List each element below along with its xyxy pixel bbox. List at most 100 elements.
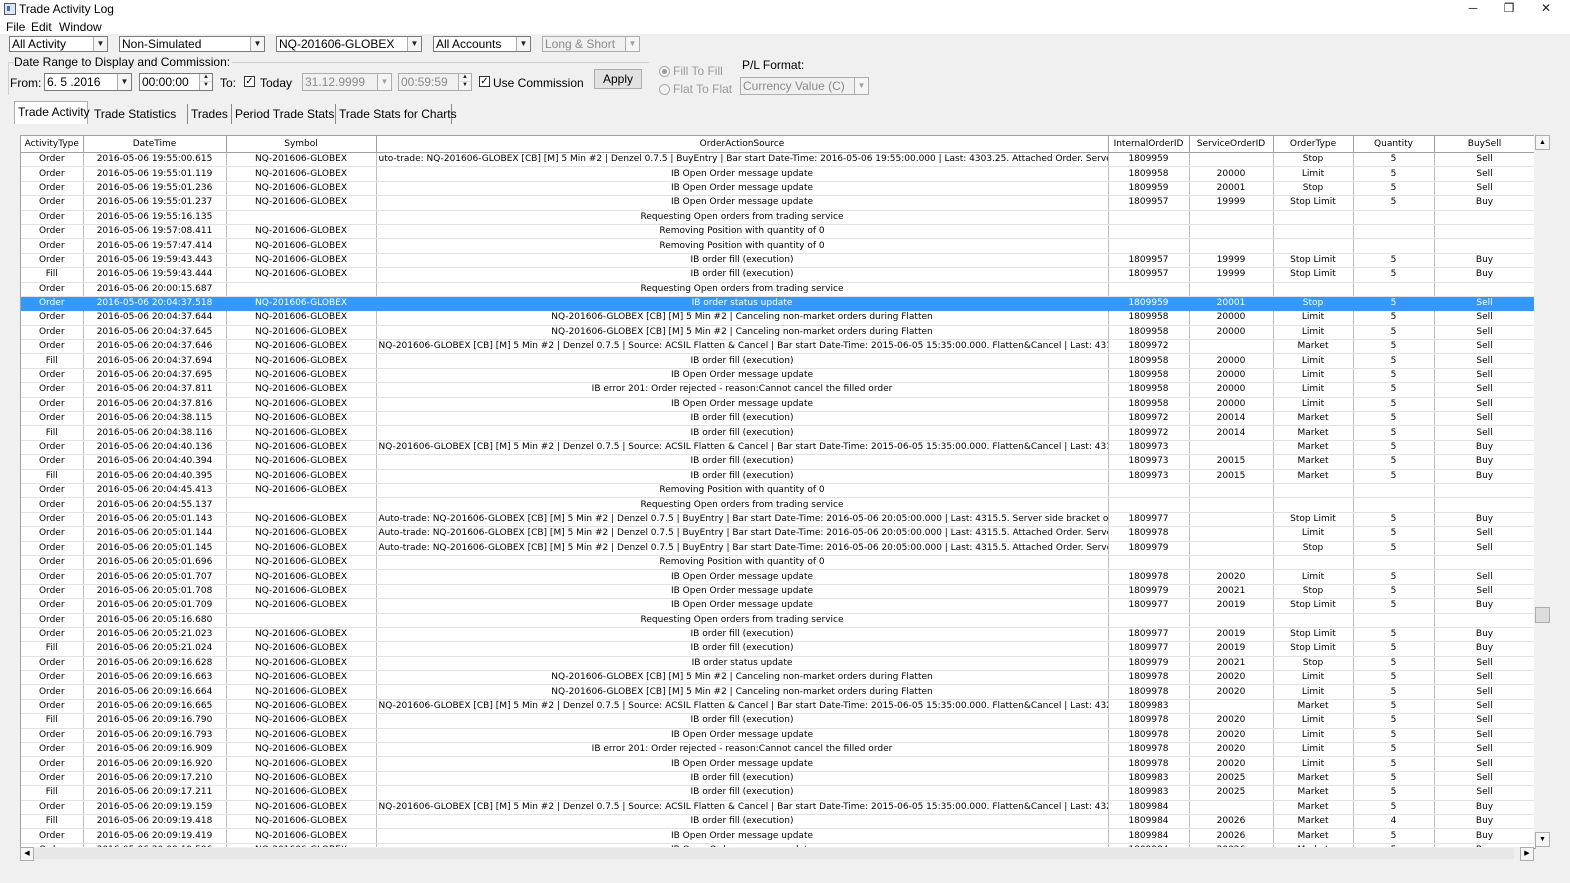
table-row[interactable]: Order 2016-05-06 20:09:19.159 NQ-201606-GL… bbox=[21, 800, 1535, 815]
column-header[interactable]: OrderActionSource bbox=[376, 136, 1109, 153]
table-row[interactable]: Order 2016-05-06 19:55:01.236 NQ-201606-GL… bbox=[21, 181, 1535, 197]
direction-filter-select[interactable]: Long & Short ▼ bbox=[542, 36, 640, 52]
menu-window[interactable]: Window bbox=[59, 20, 102, 34]
table-row[interactable]: Order 2016-05-06 20:09:16.628 NQ-201606-GL… bbox=[21, 656, 1535, 672]
table-row[interactable]: Order 2016-05-06 20:04:37.646 NQ-201606-GL… bbox=[21, 339, 1535, 355]
spin-up-icon[interactable]: ▲ bbox=[199, 74, 212, 81]
apply-button[interactable]: Apply bbox=[594, 69, 642, 89]
column-header[interactable]: OrderType bbox=[1273, 136, 1354, 153]
table-header-row: ActivityType DateTime Symbol OrderAction… bbox=[21, 136, 1535, 153]
table-row[interactable]: Fill 2016-05-06 19:59:43.444 NQ-201606-GLO… bbox=[21, 267, 1535, 283]
scroll-thumb[interactable] bbox=[1535, 607, 1550, 623]
column-header[interactable]: BuySell bbox=[1434, 136, 1535, 153]
use-commission-checkbox[interactable]: ✓ bbox=[479, 76, 490, 87]
table-row[interactable]: Order 2016-05-06 20:05:01.708 NQ-201606-GL… bbox=[21, 584, 1535, 600]
column-header[interactable]: ServiceOrderID bbox=[1189, 136, 1274, 153]
table-row[interactable]: Order 2016-05-06 20:04:40.394 NQ-201606-GL… bbox=[21, 454, 1535, 470]
close-button[interactable]: ✕ bbox=[1528, 0, 1564, 18]
table-row[interactable]: Order 2016-05-06 20:09:16.664 NQ-201606-GL… bbox=[21, 684, 1535, 700]
column-header[interactable]: ActivityType bbox=[21, 136, 84, 153]
column-header[interactable]: InternalOrderID bbox=[1108, 136, 1190, 153]
table-row[interactable]: Order 2016-05-06 20:09:16.663 NQ-201606-GL… bbox=[21, 670, 1535, 686]
table-row[interactable]: Order 2016-05-06 20:04:37.644 NQ-201606-GL… bbox=[21, 310, 1535, 326]
table-row[interactable]: Order 2016-05-06 19:57:47.414 NQ-201606-GL… bbox=[21, 238, 1535, 254]
scroll-right-icon[interactable]: ▶ bbox=[1520, 847, 1534, 861]
table-row[interactable]: Order 2016-05-06 20:05:16.680 Requesting O… bbox=[21, 613, 1535, 628]
from-time-spinner[interactable]: 00:00:00 ▲ ▼ bbox=[139, 73, 213, 91]
table-row[interactable]: Order 2016-05-06 20:04:37.816 NQ-201606-GL… bbox=[21, 397, 1535, 413]
table-row[interactable]: Order 2016-05-06 20:05:21.023 NQ-201606-GL… bbox=[21, 627, 1535, 643]
flat-to-flat-radio[interactable] bbox=[659, 84, 670, 95]
pl-format-select[interactable]: Currency Value (C) ▼ bbox=[740, 77, 869, 95]
horizontal-scrollbar[interactable]: ◀ ▶ bbox=[20, 847, 1534, 861]
spin-up-icon[interactable]: ▲ bbox=[458, 74, 471, 81]
maximize-button[interactable]: ❐ bbox=[1491, 0, 1527, 18]
table-row[interactable]: Order 2016-05-06 20:04:55.137 Requesting O… bbox=[21, 497, 1535, 513]
table-row[interactable]: Order 2016-05-06 20:09:16.793 NQ-201606-GL… bbox=[21, 728, 1535, 744]
table-row[interactable]: Order 2016-05-06 20:05:01.143 NQ-201606-GL… bbox=[21, 512, 1535, 528]
table-row[interactable]: Fill 2016-05-06 20:09:16.790 NQ-201606-GLO… bbox=[21, 713, 1535, 729]
column-header[interactable]: Quantity bbox=[1353, 136, 1435, 153]
table-row[interactable]: Order 2016-05-06 20:09:16.909 NQ-201606-GL… bbox=[21, 742, 1535, 758]
symbol-filter-select[interactable]: NQ-201606-GLOBEX ▼ bbox=[276, 36, 422, 52]
menu-edit[interactable]: Edit bbox=[31, 20, 52, 34]
table-row[interactable]: Order 2016-05-06 20:05:01.144 NQ-201606-GL… bbox=[21, 526, 1535, 542]
tab-trade-stats-for-charts[interactable]: Trade Stats for Charts bbox=[336, 104, 457, 124]
table-row[interactable]: Order 2016-05-06 20:04:40.136 NQ-201606-GL… bbox=[21, 440, 1535, 456]
table-cell: 1809958 bbox=[1108, 382, 1190, 398]
spin-down-icon[interactable]: ▼ bbox=[458, 81, 471, 90]
scroll-thumb[interactable] bbox=[34, 848, 1514, 859]
table-row[interactable]: Order 2016-05-06 20:09:17.210 NQ-201606-GL… bbox=[21, 771, 1535, 787]
table-row[interactable]: Order 2016-05-06 20:04:37.518 NQ-201606-GL… bbox=[21, 296, 1535, 312]
table-row[interactable]: Order 2016-05-06 20:05:01.145 NQ-201606-GL… bbox=[21, 541, 1535, 556]
vertical-scrollbar[interactable]: ▲ ▼ bbox=[1534, 135, 1550, 847]
to-date-picker[interactable]: 31.12.9999 ▼ bbox=[302, 73, 392, 91]
table-row[interactable]: Fill 2016-05-06 20:09:19.418 NQ-201606-GLO… bbox=[21, 814, 1535, 830]
simulation-filter-select[interactable]: Non-Simulated ▼ bbox=[119, 36, 265, 52]
table-row[interactable]: Order 2016-05-06 20:04:38.115 NQ-201606-GL… bbox=[21, 411, 1535, 427]
minimize-button[interactable]: ─ bbox=[1455, 0, 1491, 18]
tab-trade-statistics[interactable]: Trade Statistics bbox=[91, 104, 188, 124]
table-cell bbox=[1189, 526, 1274, 542]
scroll-left-icon[interactable]: ◀ bbox=[20, 847, 34, 861]
table-row[interactable]: Fill 2016-05-06 20:04:38.116 NQ-201606-GLO… bbox=[21, 425, 1535, 441]
menu-file[interactable]: File bbox=[6, 20, 25, 34]
to-time-spinner[interactable]: 00:59:59 ▲ ▼ bbox=[398, 73, 472, 91]
table-row[interactable]: Order 2016-05-06 20:04:37.695 NQ-201606-GL… bbox=[21, 368, 1535, 384]
today-checkbox[interactable]: ✓ bbox=[244, 76, 255, 87]
table-row[interactable]: Order 2016-05-06 20:04:45.413 NQ-201606-GL… bbox=[21, 483, 1535, 499]
table-row[interactable]: Order 2016-05-06 20:09:16.665 NQ-201606-GL… bbox=[21, 699, 1535, 715]
table-row[interactable]: Fill 2016-05-06 20:05:21.024 NQ-201606-GLO… bbox=[21, 641, 1535, 657]
tab-trade-activity[interactable]: Trade Activity bbox=[14, 101, 90, 124]
table-row[interactable]: Order 2016-05-06 19:59:43.443 NQ-201606-GL… bbox=[21, 253, 1535, 269]
scroll-up-icon[interactable]: ▲ bbox=[1535, 135, 1550, 150]
table-row[interactable]: Order 2016-05-06 19:57:08.411 NQ-201606-GL… bbox=[21, 224, 1535, 240]
table-row[interactable]: Order 2016-05-06 19:55:00.615 NQ-201606-GL… bbox=[21, 152, 1535, 168]
column-header[interactable]: Symbol bbox=[226, 136, 377, 153]
table-row[interactable]: Order 2016-05-06 20:09:16.920 NQ-201606-GL… bbox=[21, 756, 1535, 772]
table-row[interactable]: Order 2016-05-06 20:00:15.687 Requesting O… bbox=[21, 282, 1535, 297]
spin-down-icon[interactable]: ▼ bbox=[199, 81, 212, 90]
table-cell: IB Open Order message update bbox=[376, 195, 1109, 211]
column-header[interactable]: DateTime bbox=[83, 136, 227, 153]
table-row[interactable]: Order 2016-05-06 20:04:37.645 NQ-201606-GL… bbox=[21, 325, 1535, 341]
trade-activity-grid[interactable]: ActivityType DateTime Symbol OrderAction… bbox=[20, 135, 1536, 849]
tab-trades[interactable]: Trades bbox=[188, 104, 232, 124]
table-row[interactable]: Order 2016-05-06 20:04:37.811 NQ-201606-GL… bbox=[21, 382, 1535, 398]
table-row[interactable]: Order 2016-05-06 19:55:16.135 Requesting O… bbox=[21, 210, 1535, 225]
table-row[interactable]: Order 2016-05-06 20:05:01.696 NQ-201606-GL… bbox=[21, 555, 1535, 571]
table-row[interactable]: Order 2016-05-06 20:05:01.709 NQ-201606-GL… bbox=[21, 598, 1535, 614]
fill-to-fill-radio[interactable] bbox=[659, 66, 670, 77]
activity-filter-select[interactable]: All Activity ▼ bbox=[9, 36, 108, 52]
tab-period-trade-stats[interactable]: Period Trade Stats bbox=[232, 104, 336, 124]
table-row[interactable]: Fill 2016-05-06 20:04:40.395 NQ-201606-GLO… bbox=[21, 469, 1535, 484]
table-row[interactable]: Order 2016-05-06 20:09:19.419 NQ-201606-GL… bbox=[21, 828, 1535, 844]
table-row[interactable]: Order 2016-05-06 20:05:01.707 NQ-201606-GL… bbox=[21, 569, 1535, 585]
table-row[interactable]: Fill 2016-05-06 20:04:37.694 NQ-201606-GLO… bbox=[21, 353, 1535, 369]
table-row[interactable]: Order 2016-05-06 19:55:01.119 NQ-201606-GL… bbox=[21, 166, 1535, 182]
scroll-down-icon[interactable]: ▼ bbox=[1535, 832, 1550, 847]
from-date-picker[interactable]: 6. 5 .2016 ▼ bbox=[44, 73, 132, 91]
table-row[interactable]: Fill 2016-05-06 20:09:17.211 NQ-201606-GLO… bbox=[21, 785, 1535, 801]
table-row[interactable]: Order 2016-05-06 19:55:01.237 NQ-201606-GL… bbox=[21, 195, 1535, 211]
accounts-filter-select[interactable]: All Accounts ▼ bbox=[433, 36, 531, 52]
